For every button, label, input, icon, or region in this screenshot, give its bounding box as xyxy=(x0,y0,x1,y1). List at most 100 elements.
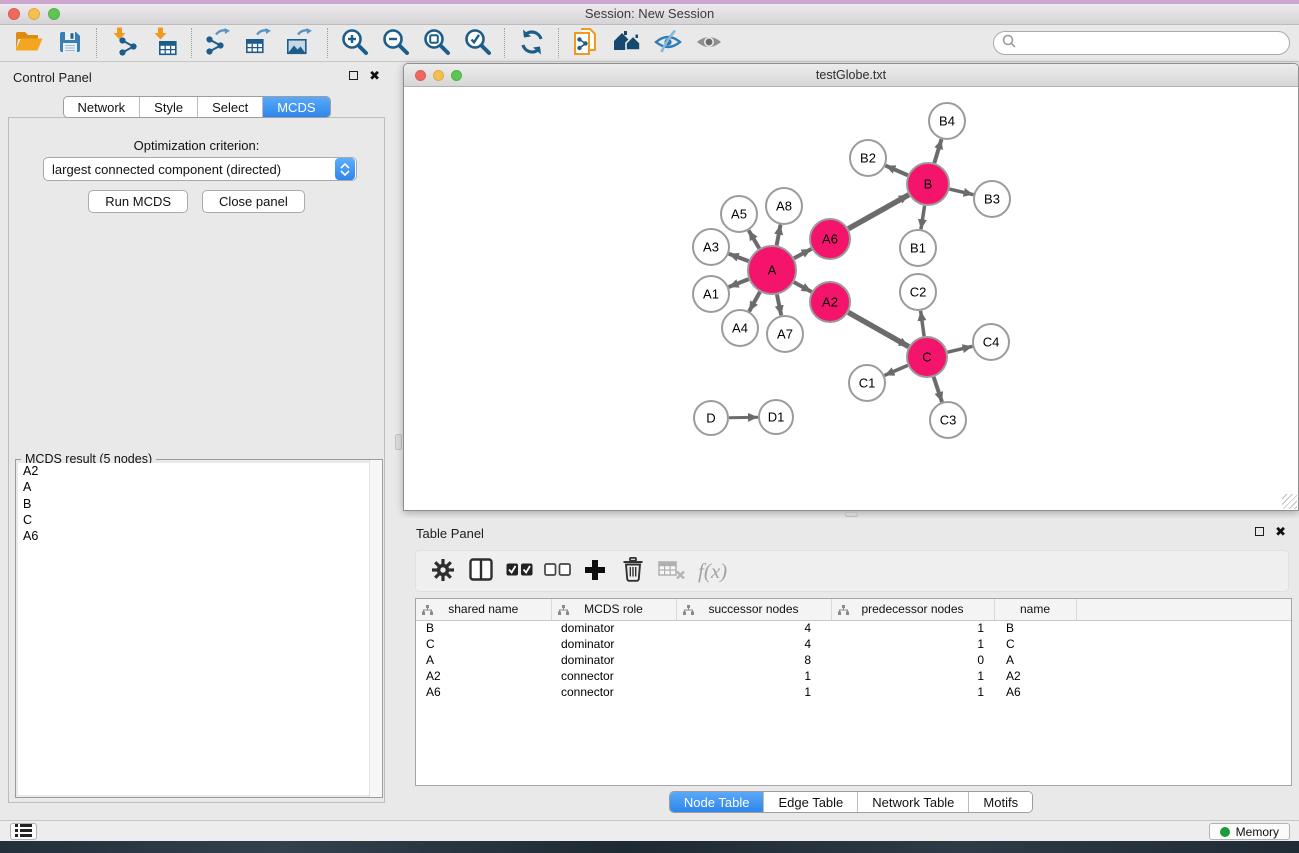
graph-edge-A-A8[interactable] xyxy=(777,225,781,246)
mcds-result-item[interactable]: A2 xyxy=(18,463,380,479)
function-builder-button[interactable]: f(x) xyxy=(698,559,727,584)
horizontal-splitter-handle[interactable] xyxy=(845,512,858,517)
mcds-result-item[interactable]: A6 xyxy=(18,528,380,544)
graph-node-A[interactable]: A xyxy=(748,246,796,294)
node-table-row[interactable]: A2connector11A2 xyxy=(416,668,1291,684)
mcds-result-scrollbar[interactable] xyxy=(369,460,382,797)
network-minimize-button[interactable] xyxy=(433,70,444,81)
graph-edge-C-C3[interactable] xyxy=(934,377,942,402)
graph-edge-A-A2[interactable] xyxy=(794,282,812,292)
graph-node-B1[interactable]: B1 xyxy=(900,230,936,266)
graph-node-C4[interactable]: C4 xyxy=(973,324,1009,360)
zoom-selected-button[interactable] xyxy=(457,26,498,60)
graph-node-A1[interactable]: A1 xyxy=(693,276,729,312)
graph-node-D[interactable]: D xyxy=(694,401,728,435)
table-settings-button[interactable] xyxy=(424,554,462,588)
graph-edge-A6-B[interactable] xyxy=(848,195,909,229)
node-table-row[interactable]: A6connector11A6 xyxy=(416,684,1291,700)
graph-node-C1[interactable]: C1 xyxy=(849,365,885,401)
horizontal-splitter[interactable] xyxy=(403,511,1299,518)
graph-edge-A-A3[interactable] xyxy=(729,254,749,261)
tab-motifs[interactable]: Motifs xyxy=(968,792,1032,812)
column-header-successor-nodes[interactable]: successor nodes xyxy=(676,599,831,620)
refresh-button[interactable] xyxy=(511,26,552,60)
graph-node-C3[interactable]: C3 xyxy=(930,402,966,438)
graph-edge-A2-C[interactable] xyxy=(848,312,908,346)
tab-style[interactable]: Style xyxy=(139,97,197,117)
graph-node-A3[interactable]: A3 xyxy=(693,229,729,265)
save-session-button[interactable] xyxy=(49,26,90,60)
network-close-button[interactable] xyxy=(415,70,426,81)
zoom-out-button[interactable] xyxy=(375,26,416,60)
close-window-button[interactable] xyxy=(8,8,20,20)
graph-edge-C-C2[interactable] xyxy=(921,311,925,336)
splitter-handle[interactable] xyxy=(395,434,402,450)
tab-select[interactable]: Select xyxy=(197,97,262,117)
zoom-window-button[interactable] xyxy=(48,8,60,20)
column-header-predecessor-nodes[interactable]: predecessor nodes xyxy=(831,599,994,620)
mcds-result-item[interactable]: C xyxy=(18,512,380,528)
column-header-MCDS-role[interactable]: MCDS role xyxy=(551,599,676,620)
close-table-panel-icon[interactable]: ✖ xyxy=(1275,527,1286,536)
tab-network-table[interactable]: Network Table xyxy=(857,792,968,812)
float-panel-icon[interactable] xyxy=(349,71,358,80)
graph-node-A2[interactable]: A2 xyxy=(810,282,850,322)
graph-edge-C-C1[interactable] xyxy=(884,365,907,375)
export-network-button[interactable] xyxy=(198,26,239,60)
tab-network[interactable]: Network xyxy=(63,97,139,117)
graph-edge-A-A4[interactable] xyxy=(749,292,760,311)
zoom-fit-button[interactable] xyxy=(416,26,457,60)
tab-edge-table[interactable]: Edge Table xyxy=(763,792,857,812)
add-column-button[interactable] xyxy=(576,554,614,588)
graph-node-C2[interactable]: C2 xyxy=(900,274,936,310)
graph-node-A8[interactable]: A8 xyxy=(766,188,802,224)
open-session-button[interactable] xyxy=(8,26,49,60)
run-mcds-button[interactable]: Run MCDS xyxy=(88,190,188,213)
graph-edge-C-C4[interactable] xyxy=(947,346,972,352)
import-table-button[interactable] xyxy=(144,26,185,60)
graph-edge-B-B3[interactable] xyxy=(949,189,973,195)
network-window-titlebar[interactable]: testGlobe.txt xyxy=(404,64,1298,87)
graph-edge-A-A6[interactable] xyxy=(794,249,811,258)
graph-edge-B-B2[interactable] xyxy=(885,166,907,176)
graph-node-B[interactable]: B xyxy=(907,163,949,205)
home-button[interactable] xyxy=(606,26,647,60)
column-visibility-button[interactable] xyxy=(462,554,500,588)
new-network-from-selection-button[interactable] xyxy=(565,26,606,60)
tab-mcds[interactable]: MCDS xyxy=(262,97,329,117)
import-network-button[interactable] xyxy=(103,26,144,60)
node-table-row[interactable]: Adominator80A xyxy=(416,652,1291,668)
resize-grip-icon[interactable] xyxy=(1282,494,1297,509)
select-all-rows-button[interactable] xyxy=(500,554,538,588)
graph-node-B4[interactable]: B4 xyxy=(929,103,965,139)
close-panel-icon[interactable]: ✖ xyxy=(369,71,380,80)
minimize-window-button[interactable] xyxy=(28,8,40,20)
graph-edge-A-A1[interactable] xyxy=(729,279,749,287)
graph-node-B3[interactable]: B3 xyxy=(974,181,1010,217)
delete-table-button[interactable] xyxy=(652,554,690,588)
export-table-button[interactable] xyxy=(239,26,280,60)
network-canvas[interactable]: B4B2BB3B1A5A8A6A3AA1A2C2A4A7C4CC1C3DD1 xyxy=(404,88,1298,510)
close-panel-button[interactable]: Close panel xyxy=(202,190,305,213)
task-history-button[interactable] xyxy=(10,823,37,840)
column-header-name[interactable]: name xyxy=(994,599,1076,620)
graph-node-D1[interactable]: D1 xyxy=(759,400,793,434)
zoom-in-button[interactable] xyxy=(334,26,375,60)
mcds-result-item[interactable]: A xyxy=(18,479,380,495)
graph-node-B2[interactable]: B2 xyxy=(850,140,886,176)
network-zoom-button[interactable] xyxy=(451,70,462,81)
export-image-button[interactable] xyxy=(280,26,321,60)
node-table-row[interactable]: Bdominator41B xyxy=(416,620,1291,636)
optimization-criterion-select[interactable]: largest connected component (directed) xyxy=(43,157,357,181)
delete-column-button[interactable] xyxy=(614,554,652,588)
float-table-panel-icon[interactable] xyxy=(1255,527,1264,536)
graph-node-A7[interactable]: A7 xyxy=(767,316,803,352)
mcds-result-item[interactable]: B xyxy=(18,496,380,512)
show-panels-button[interactable] xyxy=(688,26,729,60)
hide-panels-button[interactable] xyxy=(647,26,688,60)
graph-node-A6[interactable]: A6 xyxy=(810,219,850,259)
search-input[interactable] xyxy=(1021,36,1281,51)
graph-edge-B-B1[interactable] xyxy=(921,206,925,229)
column-header-shared-name[interactable]: shared name xyxy=(416,599,551,620)
graph-node-A4[interactable]: A4 xyxy=(722,310,758,346)
